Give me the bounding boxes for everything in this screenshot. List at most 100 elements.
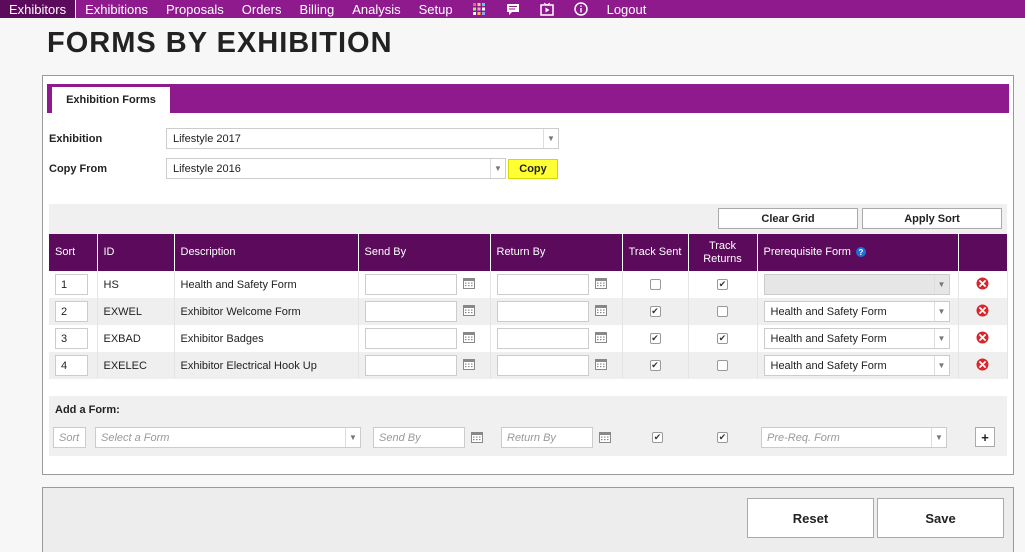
col-description-header[interactable]: Description <box>174 234 359 271</box>
send-by-cell <box>358 325 491 352</box>
return-by-input[interactable] <box>496 274 589 295</box>
table-row: 1 HS Health and Safety Form ✔ ▼ <box>49 271 1008 298</box>
add-return-by-input[interactable]: Return By <box>501 427 593 448</box>
add-form-button[interactable]: + <box>975 427 995 447</box>
prereq-select: ▼ <box>763 274 950 295</box>
id-cell: EXELEC <box>97 352 175 379</box>
return-by-cell <box>490 271 623 298</box>
add-form-select[interactable]: Select a Form ▼ <box>95 427 361 448</box>
track-returns-checkbox[interactable]: ✔ <box>717 333 728 345</box>
col-prereq-label: Prerequisite Form <box>763 246 851 258</box>
help-icon[interactable]: ? <box>855 247 866 258</box>
send-by-cell <box>358 352 491 379</box>
sort-input[interactable]: 3 <box>55 328 88 349</box>
col-id-header[interactable]: ID <box>97 234 175 271</box>
track-sent-checkbox[interactable] <box>649 279 661 291</box>
send-by-input[interactable] <box>364 301 457 322</box>
media-icon[interactable] <box>530 0 564 18</box>
track-sent-cell: ✔ <box>622 325 689 352</box>
nav-orders[interactable]: Orders <box>233 0 291 18</box>
tab-exhibition-forms[interactable]: Exhibition Forms <box>52 87 170 113</box>
calendar-icon[interactable] <box>462 304 475 319</box>
sort-cell: 2 <box>49 298 98 325</box>
col-prereq-header[interactable]: Prerequisite Form ? <box>757 234 959 271</box>
track-returns-checkbox[interactable]: ✔ <box>717 279 728 291</box>
prereq-select[interactable]: Health and Safety Form ▼ <box>763 355 950 376</box>
delete-row-icon[interactable] <box>976 304 989 320</box>
sort-input[interactable]: 4 <box>55 355 88 376</box>
calendar-icon[interactable] <box>599 431 611 446</box>
prereq-select-value: Health and Safety Form <box>770 332 887 345</box>
description-cell: Health and Safety Form <box>174 271 359 298</box>
copy-button[interactable]: Copy <box>508 159 558 179</box>
track-sent-checkbox[interactable]: ✔ <box>649 360 661 372</box>
return-by-input[interactable] <box>496 328 589 349</box>
send-by-input[interactable] <box>364 355 457 376</box>
add-track-sent-checkbox[interactable]: ✔ <box>652 432 663 443</box>
calendar-icon[interactable] <box>594 331 607 346</box>
return-by-input[interactable] <box>496 301 589 322</box>
col-sort-header[interactable]: Sort <box>49 234 98 271</box>
exhibition-forms-panel: Exhibition Forms Exhibition Lifestyle 20… <box>42 75 1014 475</box>
delete-cell <box>958 325 1008 352</box>
sort-input[interactable]: 2 <box>55 301 88 322</box>
top-nav: Exhibitors Exhibitions Proposals Orders … <box>0 0 1025 18</box>
nav-analysis[interactable]: Analysis <box>343 0 409 18</box>
chevron-down-icon: ▼ <box>345 428 360 447</box>
nav-exhibitions[interactable]: Exhibitions <box>76 0 157 18</box>
return-by-cell <box>490 352 623 379</box>
send-by-input[interactable] <box>364 274 457 295</box>
prereq-select[interactable]: Health and Safety Form ▼ <box>763 328 950 349</box>
calendar-icon[interactable] <box>462 277 475 292</box>
delete-row-icon[interactable] <box>976 277 989 293</box>
col-track-returns-header[interactable]: Track Returns <box>688 234 758 271</box>
grid-icon[interactable] <box>462 0 496 18</box>
add-prereq-select[interactable]: Pre-Req. Form ▼ <box>761 427 947 448</box>
exhibition-select[interactable]: Lifestyle 2017 ▼ <box>166 128 559 149</box>
calendar-icon[interactable] <box>594 358 607 373</box>
send-by-cell <box>358 298 491 325</box>
col-return-by-header[interactable]: Return By <box>490 234 623 271</box>
reset-button[interactable]: Reset <box>747 498 874 538</box>
save-button[interactable]: Save <box>877 498 1004 538</box>
sort-input[interactable]: 1 <box>55 274 88 295</box>
prereq-cell: Health and Safety Form ▼ <box>757 298 959 325</box>
track-returns-cell: ✔ <box>688 325 758 352</box>
grid-toolbar: Clear Grid Apply Sort <box>49 204 1007 234</box>
prereq-select[interactable]: Health and Safety Form ▼ <box>763 301 950 322</box>
page-title: FORMS BY EXHIBITION <box>47 27 393 59</box>
track-sent-checkbox[interactable]: ✔ <box>649 333 661 345</box>
nav-exhibitors[interactable]: Exhibitors <box>0 0 77 18</box>
send-by-input[interactable] <box>364 328 457 349</box>
return-by-input[interactable] <box>496 355 589 376</box>
nav-billing[interactable]: Billing <box>291 0 344 18</box>
forms-grid: Sort ID Description Send By Return By Tr… <box>49 234 1008 379</box>
chat-icon[interactable] <box>496 0 530 18</box>
nav-proposals[interactable]: Proposals <box>157 0 233 18</box>
track-sent-checkbox[interactable]: ✔ <box>649 306 661 318</box>
calendar-icon[interactable] <box>462 331 475 346</box>
apply-sort-button[interactable]: Apply Sort <box>862 208 1002 229</box>
clear-grid-button[interactable]: Clear Grid <box>718 208 858 229</box>
delete-row-icon[interactable] <box>976 358 989 374</box>
delete-row-icon[interactable] <box>976 331 989 347</box>
add-track-returns-checkbox[interactable]: ✔ <box>717 432 728 443</box>
col-track-sent-header[interactable]: Track Sent <box>622 234 689 271</box>
col-actions-header <box>958 234 1008 271</box>
calendar-icon[interactable] <box>594 304 607 319</box>
track-returns-checkbox[interactable] <box>717 306 728 318</box>
calendar-icon[interactable] <box>462 358 475 373</box>
col-send-by-header[interactable]: Send By <box>358 234 491 271</box>
info-icon[interactable] <box>564 0 598 18</box>
copy-from-select[interactable]: Lifestyle 2016 ▼ <box>166 158 506 179</box>
add-send-by-input[interactable]: Send By <box>373 427 465 448</box>
calendar-icon[interactable] <box>471 431 483 446</box>
nav-setup[interactable]: Setup <box>410 0 462 18</box>
calendar-icon[interactable] <box>594 277 607 292</box>
nav-logout[interactable]: Logout <box>598 0 656 18</box>
track-returns-checkbox[interactable] <box>717 360 728 372</box>
table-row: 3 EXBAD Exhibitor Badges ✔ ✔ Health and Safet… <box>49 325 1008 352</box>
add-sort-input[interactable]: Sort <box>53 427 86 448</box>
chevron-down-icon: ▼ <box>543 129 558 148</box>
add-form-select-placeholder: Select a Form <box>101 431 170 444</box>
